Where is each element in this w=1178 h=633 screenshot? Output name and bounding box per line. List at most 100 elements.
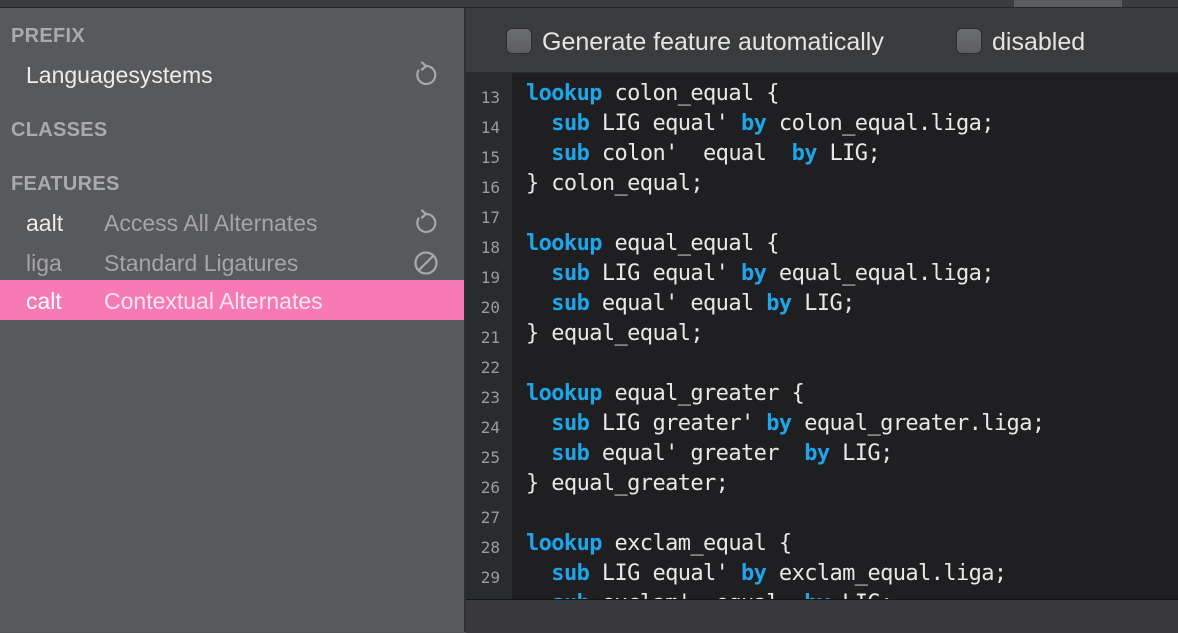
code-text: LIG equal' <box>589 561 741 586</box>
keyword: sub <box>551 291 590 316</box>
code-text: LIG equal' <box>589 111 741 136</box>
refresh-icon[interactable] <box>412 61 440 89</box>
line-number: 28 <box>480 538 500 557</box>
line-number: 15 <box>480 148 500 167</box>
code-text: exclam' equal <box>589 591 804 599</box>
line-number: 13 <box>480 88 500 107</box>
keyword: by <box>740 261 767 286</box>
line-number: 22 <box>480 358 500 377</box>
line-number: 21 <box>480 328 500 347</box>
code-text: LIG; <box>830 591 893 599</box>
sidebar-item-languagesystems[interactable]: Languagesystems <box>0 54 464 94</box>
feature-tag: aalt <box>26 210 64 236</box>
line-number: 19 <box>480 268 500 287</box>
tab-indicator <box>1014 0 1122 7</box>
keyword: lookup <box>526 81 602 106</box>
code-text: equal_equal.liga; <box>766 261 995 286</box>
keyword: sub <box>551 261 590 286</box>
code-text: LIG; <box>816 141 881 166</box>
code-text: colon' equal <box>589 141 792 166</box>
feature-item-liga[interactable]: liga Standard Ligatures <box>0 242 464 282</box>
code-text: equal_greater.liga; <box>791 411 1045 436</box>
line-number: 17 <box>480 208 500 227</box>
feature-item-calt[interactable]: calt Contextual Alternates <box>0 280 464 320</box>
code-text: equal' equal <box>589 291 767 316</box>
code-line: lookup equal_greater { <box>526 381 805 406</box>
code-text: colon_equal { <box>601 81 780 106</box>
code-text: } equal_greater; <box>526 471 729 496</box>
keyword: by <box>740 561 767 586</box>
code-text: exclam_equal { <box>601 531 793 556</box>
feature-name: Access All Alternates <box>104 210 318 236</box>
code-text: LIG; <box>791 291 855 316</box>
generate-automatically-checkbox[interactable] <box>506 28 532 54</box>
code-text: colon_equal.liga; <box>766 111 995 136</box>
code-text: exclam_equal.liga; <box>766 561 1007 586</box>
feature-tag: calt <box>26 288 62 314</box>
keyword: sub <box>551 141 590 166</box>
keyword: sub <box>551 561 590 586</box>
code-text: LIG; <box>829 441 893 466</box>
line-number: 14 <box>480 118 500 137</box>
line-number: 29 <box>480 568 500 587</box>
window-top-strip <box>0 0 1178 8</box>
keyword: sub <box>551 111 590 136</box>
code-text: LIG greater' <box>589 411 767 436</box>
prefix-header: PREFIX <box>11 25 86 47</box>
code-line: sub LIG equal' by exclam_equal.liga; <box>526 561 1007 586</box>
generate-automatically-label[interactable]: Generate feature automatically <box>542 28 884 57</box>
code-text: } equal_equal; <box>526 321 704 346</box>
classes-header: CLASSES <box>11 119 108 141</box>
feature-tag: liga <box>26 250 62 276</box>
keyword: lookup <box>526 531 602 556</box>
code-line: } equal_equal; <box>526 321 704 346</box>
code-line: sub LIG greater' by equal_greater.liga; <box>526 411 1045 436</box>
feature-item-aalt[interactable]: aalt Access All Alternates <box>0 202 464 242</box>
keyword: by <box>804 591 830 599</box>
code-text: equal_greater { <box>601 381 805 406</box>
disabled-icon[interactable] <box>412 249 440 277</box>
code-line: lookup colon_equal { <box>526 81 780 106</box>
keyword: sub <box>551 591 590 599</box>
refresh-icon[interactable] <box>412 209 440 237</box>
code-line: lookup equal_equal { <box>526 231 780 256</box>
line-number: 20 <box>480 298 500 317</box>
keyword: sub <box>551 441 590 466</box>
keyword: by <box>766 291 792 316</box>
keyword: sub <box>551 411 590 436</box>
line-number: 25 <box>480 448 500 467</box>
line-number: 23 <box>480 388 500 407</box>
code-line: lookup exclam_equal { <box>526 531 792 556</box>
line-number-gutter: 13 14 15 16 17 18 19 20 21 22 23 24 25 26 27 28 29 <box>466 73 512 599</box>
line-number: 16 <box>480 178 500 197</box>
feature-name: Standard Ligatures <box>104 250 299 276</box>
code-editor[interactable]: lookup colon_equal { sub LIG equal' by c… <box>512 73 1178 599</box>
keyword: lookup <box>526 231 602 256</box>
status-bar <box>466 599 1178 633</box>
feature-name: Contextual Alternates <box>104 288 323 314</box>
code-line: } equal_greater; <box>526 471 729 496</box>
code-line: sub exclam' equal by LIG; <box>526 591 893 599</box>
code-line: sub equal' equal by LIG; <box>526 291 855 316</box>
keyword: by <box>740 111 767 136</box>
code-line: sub LIG equal' by colon_equal.liga; <box>526 111 994 136</box>
disabled-label[interactable]: disabled <box>992 28 1085 57</box>
disabled-checkbox[interactable] <box>956 28 982 54</box>
code-line: sub equal' greater by LIG; <box>526 441 893 466</box>
code-text: LIG equal' <box>589 261 741 286</box>
code-text: } colon_equal; <box>526 171 704 196</box>
keyword: by <box>766 411 792 436</box>
code-line: sub LIG equal' by equal_equal.liga; <box>526 261 994 286</box>
keyword: lookup <box>526 381 602 406</box>
line-number: 18 <box>480 238 500 257</box>
code-text: equal_equal { <box>601 231 780 256</box>
code-text: equal' greater <box>589 441 805 466</box>
sidebar-item-label: Languagesystems <box>26 62 213 88</box>
